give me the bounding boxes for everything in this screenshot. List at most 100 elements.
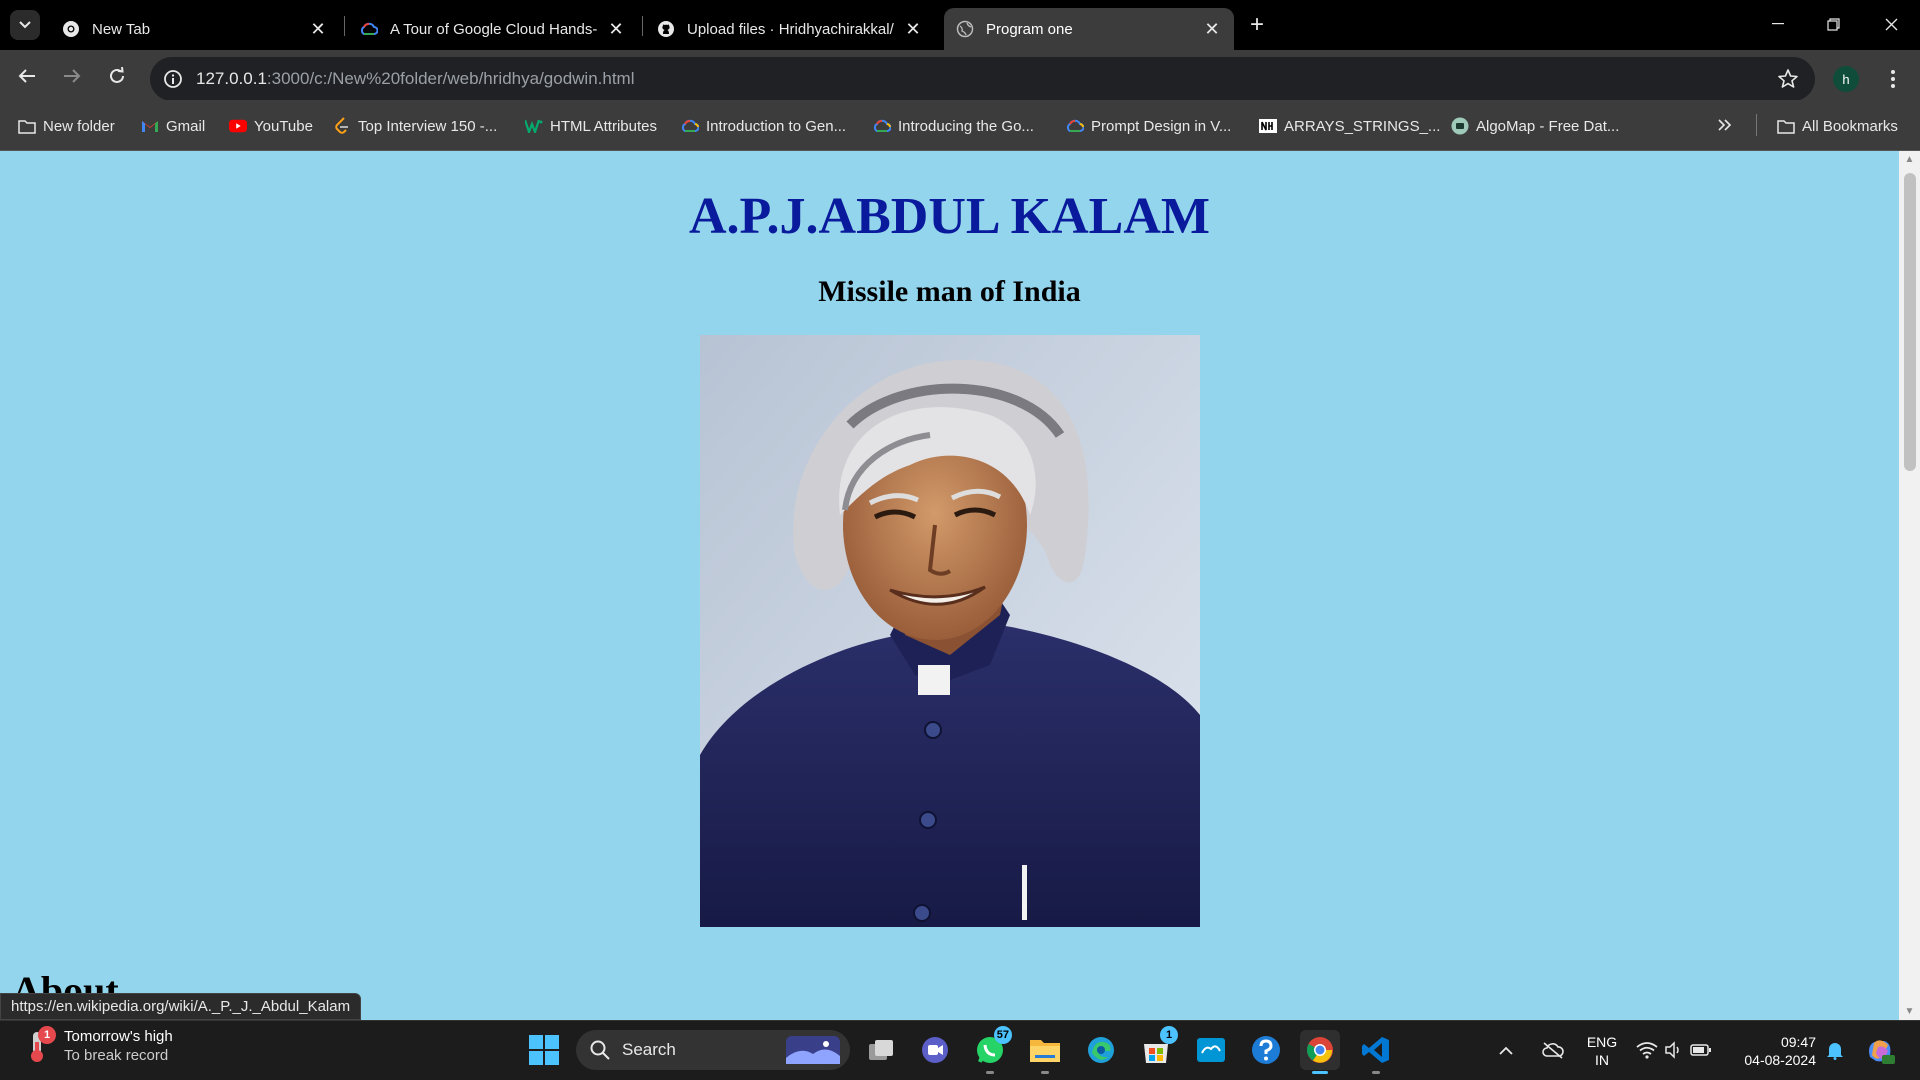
reload-icon [110,67,124,83]
tab-program-one[interactable]: Program one ✕ [944,8,1234,50]
copilot-button[interactable] [1860,1030,1900,1070]
bookmark-label: ARRAYS_STRINGS_... [1284,117,1441,135]
scroll-up-arrow-icon[interactable]: ▲ [1904,154,1915,165]
url-text[interactable]: 127.0.0.1:3000/c:/New%20folder/web/hridh… [196,69,635,89]
web-page: A.P.J.ABDUL KALAM Missile man of India A… [0,151,1899,1020]
myhp-icon [1197,1038,1225,1062]
taskbar-get-help[interactable] [1246,1030,1286,1070]
copilot-icon [1869,1040,1895,1064]
close-icon[interactable]: ✕ [606,19,626,39]
taskbar-microsoft-store[interactable]: 1 [1136,1026,1178,1070]
keyboard-region: IN [1595,1052,1609,1068]
tab-google-cloud[interactable]: A Tour of Google Cloud Hands- ✕ [348,8,638,50]
page-scrollbar[interactable]: ▲ ▼ [1899,151,1920,1020]
close-icon[interactable]: ✕ [903,19,923,39]
search-label: Search [622,1040,676,1059]
taskbar-search[interactable]: Search [576,1030,850,1070]
running-indicator [986,1071,994,1074]
quick-settings-button[interactable] [1634,1030,1714,1070]
close-icon[interactable]: ✕ [1202,19,1222,39]
google-cloud-icon [873,117,891,135]
back-button[interactable] [10,59,44,93]
language-indicator[interactable]: ENG IN [1580,1033,1624,1069]
windows-taskbar [0,1020,1920,1080]
onedrive-offline-button[interactable] [1537,1030,1569,1070]
clock-date: 04-08-2024 [1744,1052,1816,1068]
browser-menu-button[interactable] [1878,64,1908,94]
taskbar-chrome[interactable] [1300,1030,1340,1074]
bookmark-star-icon[interactable] [1777,68,1799,90]
wifi-icon [1636,1042,1658,1059]
weather-badge: 1 [38,1026,56,1044]
bookmark-label: Prompt Design in V... [1091,117,1232,135]
weather-headline: Tomorrow's high [64,1028,173,1045]
portrait-drawing [700,335,1200,927]
taskbar-myhp[interactable] [1191,1030,1231,1070]
portrait-image[interactable] [700,335,1200,927]
bookmark-prompt-design[interactable]: Prompt Design in V... [1066,115,1231,137]
url-path: :3000/c:/New%20folder/web/hridhya/godwin… [266,69,635,88]
info-icon[interactable] [162,68,184,90]
tab-search-button[interactable] [10,10,40,40]
scrollbar-thumb[interactable] [1904,173,1916,471]
taskbar-whatsapp[interactable]: 57 [970,1026,1012,1074]
leetcode-icon [333,117,351,135]
gmail-icon [141,117,159,135]
clock[interactable]: 09:47 04-08-2024 [1730,1033,1816,1069]
folder-icon [1777,117,1795,135]
tab-github-upload[interactable]: Upload files · Hridhyachirakkal/ ✕ [645,8,935,50]
show-hidden-icons-button[interactable] [1493,1030,1519,1070]
all-bookmarks-button[interactable]: All Bookmarks [1777,115,1898,137]
bookmark-algomap[interactable]: AlgoMap - Free Dat... [1451,115,1619,137]
tab-new-tab[interactable]: New Tab ✕ [50,8,340,50]
cloud-off-icon [1542,1042,1564,1059]
start-button[interactable] [524,1030,564,1070]
help-icon [1252,1036,1280,1064]
address-bar[interactable]: 127.0.0.1:3000/c:/New%20folder/web/hridh… [150,57,1815,101]
bookmark-new-folder[interactable]: New folder [18,115,115,137]
tab-divider [344,16,345,36]
vscode-icon [1362,1037,1389,1063]
task-view-icon [869,1040,893,1060]
scroll-down-arrow-icon[interactable]: ▼ [1904,1006,1915,1017]
video-chat-icon [922,1037,948,1063]
bookmark-html-attributes[interactable]: HTML Attributes [525,115,657,137]
close-icon[interactable]: ✕ [308,19,328,39]
tab-title: A Tour of Google Cloud Hands- [390,20,598,38]
search-icon [590,1040,610,1060]
taskbar-chat-app[interactable] [915,1030,955,1070]
taskbar-vscode[interactable] [1356,1030,1396,1074]
chrome-icon [62,20,80,38]
search-highlight-icon [786,1036,840,1064]
new-tab-button[interactable]: + [1244,11,1270,38]
tab-title: Upload files · Hridhyachirakkal/ [687,20,894,38]
page-title: A.P.J.ABDUL KALAM [688,188,1210,245]
profile-avatar[interactable]: h [1833,66,1859,92]
bookmark-youtube[interactable]: YouTube [229,115,313,137]
minimize-button[interactable] [1753,8,1803,40]
bookmark-gmail[interactable]: Gmail [141,115,205,137]
plus-icon: + [1249,11,1264,38]
weather-widget[interactable]: 1 Tomorrow's high To break record [24,1026,173,1064]
chrome-icon [1306,1037,1333,1063]
algomap-icon [1451,117,1469,135]
notifications-button[interactable] [1822,1030,1848,1070]
forward-button[interactable] [55,59,89,93]
bookmark-top-interview[interactable]: Top Interview 150 -... [333,115,497,137]
bookmark-arrays-strings[interactable]: ARRAYS_STRINGS_... [1259,115,1440,137]
globe-icon [956,20,974,38]
weather-subline: To break record [64,1047,169,1064]
tab-title: Program one [986,20,1073,38]
bell-icon [1827,1043,1843,1060]
task-view-button[interactable] [861,1030,901,1070]
reload-button[interactable] [100,59,134,93]
bookmarks-overflow-button[interactable] [1718,115,1732,137]
bookmark-intro-gen[interactable]: Introduction to Gen... [681,115,846,137]
bookmark-introducing-go[interactable]: Introducing the Go... [873,115,1034,137]
taskbar-file-explorer[interactable] [1025,1030,1065,1074]
close-window-button[interactable] [1866,8,1916,40]
google-cloud-icon [1066,117,1084,135]
taskbar-edge[interactable] [1081,1030,1121,1070]
bookmark-label: HTML Attributes [550,117,657,135]
restore-button[interactable] [1808,8,1858,40]
